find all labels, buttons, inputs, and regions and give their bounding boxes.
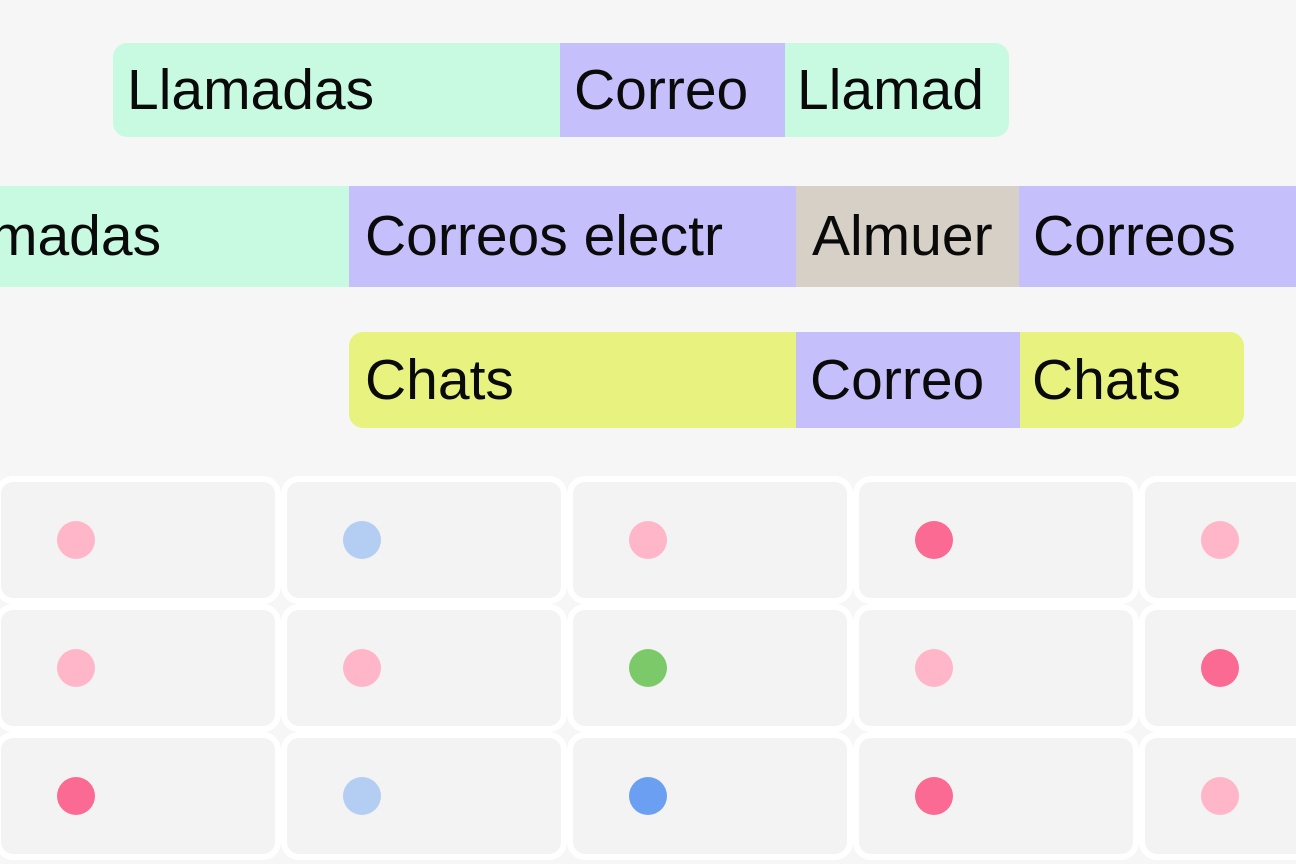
event-segment-label: Almuer: [812, 204, 993, 268]
event-segment-llamadas[interactable]: Llamadas: [113, 43, 560, 137]
grid-cell[interactable]: [0, 476, 281, 604]
event-segment-label: Correo: [810, 347, 985, 412]
grid-cell[interactable]: [1139, 476, 1296, 604]
event-segment-label: Correos electr: [365, 204, 723, 268]
status-dot-pink-light-icon: [1201, 521, 1239, 559]
status-dot-green-icon: [629, 649, 667, 687]
grid-cell[interactable]: [853, 732, 1139, 860]
event-segment-correos[interactable]: Correos: [1019, 186, 1296, 287]
grid-cell[interactable]: [0, 732, 281, 860]
status-dot-blue-light-icon: [343, 521, 381, 559]
status-dot-pink-light-icon: [343, 649, 381, 687]
grid-cell[interactable]: [853, 604, 1139, 732]
event-segment-label: Chats: [365, 347, 514, 412]
event-segment-chats-2[interactable]: Chats: [1020, 332, 1244, 428]
grid-cell[interactable]: [1139, 732, 1296, 860]
event-segment-correo[interactable]: Correo: [560, 43, 785, 137]
status-dot-pink-hot-icon: [915, 777, 953, 815]
status-dot-pink-hot-icon: [57, 777, 95, 815]
status-dot-pink-light-icon: [629, 521, 667, 559]
event-segment-llamadas-clipped[interactable]: madas: [0, 186, 349, 287]
status-dot-pink-light-icon: [915, 649, 953, 687]
event-segment-correo[interactable]: Correo: [796, 332, 1020, 428]
status-dot-pink-light-icon: [57, 649, 95, 687]
event-segment-label: Llamadas: [127, 57, 375, 122]
status-dot-pink-light-icon: [1201, 777, 1239, 815]
status-dot-blue-light-icon: [343, 777, 381, 815]
event-segment-label: Llamad: [797, 57, 984, 122]
grid-cell[interactable]: [1139, 604, 1296, 732]
event-segment-label: Correo: [574, 57, 749, 122]
event-segment-llamadas-2[interactable]: Llamad: [785, 43, 1009, 137]
grid-cell[interactable]: [567, 476, 853, 604]
status-dot-pink-hot-icon: [915, 521, 953, 559]
grid-cell[interactable]: [281, 476, 567, 604]
calendar-event-row-1: Llamadas Correo Llamad: [113, 43, 1009, 137]
event-segment-label: Correos: [1033, 204, 1236, 268]
status-dot-pink-light-icon: [57, 521, 95, 559]
grid-cell[interactable]: [281, 732, 567, 860]
event-segment-label: madas: [0, 204, 162, 268]
status-dot-pink-hot-icon: [1201, 649, 1239, 687]
event-segment-label: Chats: [1032, 347, 1181, 412]
grid-cell[interactable]: [281, 604, 567, 732]
calendar-event-row-2: madas Correos electr Almuer Correos: [0, 186, 1296, 287]
grid-cell[interactable]: [0, 604, 281, 732]
event-segment-almuerzo[interactable]: Almuer: [796, 186, 1019, 287]
calendar-event-row-3: Chats Correo Chats: [349, 332, 1244, 428]
grid-cell[interactable]: [567, 732, 853, 860]
status-dot-grid: [0, 476, 1296, 864]
screen-root: Llamadas Correo Llamad madas Correos ele…: [0, 0, 1296, 864]
event-segment-correos-electronicos[interactable]: Correos electr: [349, 186, 796, 287]
grid-cell[interactable]: [853, 476, 1139, 604]
event-segment-chats[interactable]: Chats: [349, 332, 796, 428]
status-dot-blue-bright-icon: [629, 777, 667, 815]
grid-cell[interactable]: [567, 604, 853, 732]
